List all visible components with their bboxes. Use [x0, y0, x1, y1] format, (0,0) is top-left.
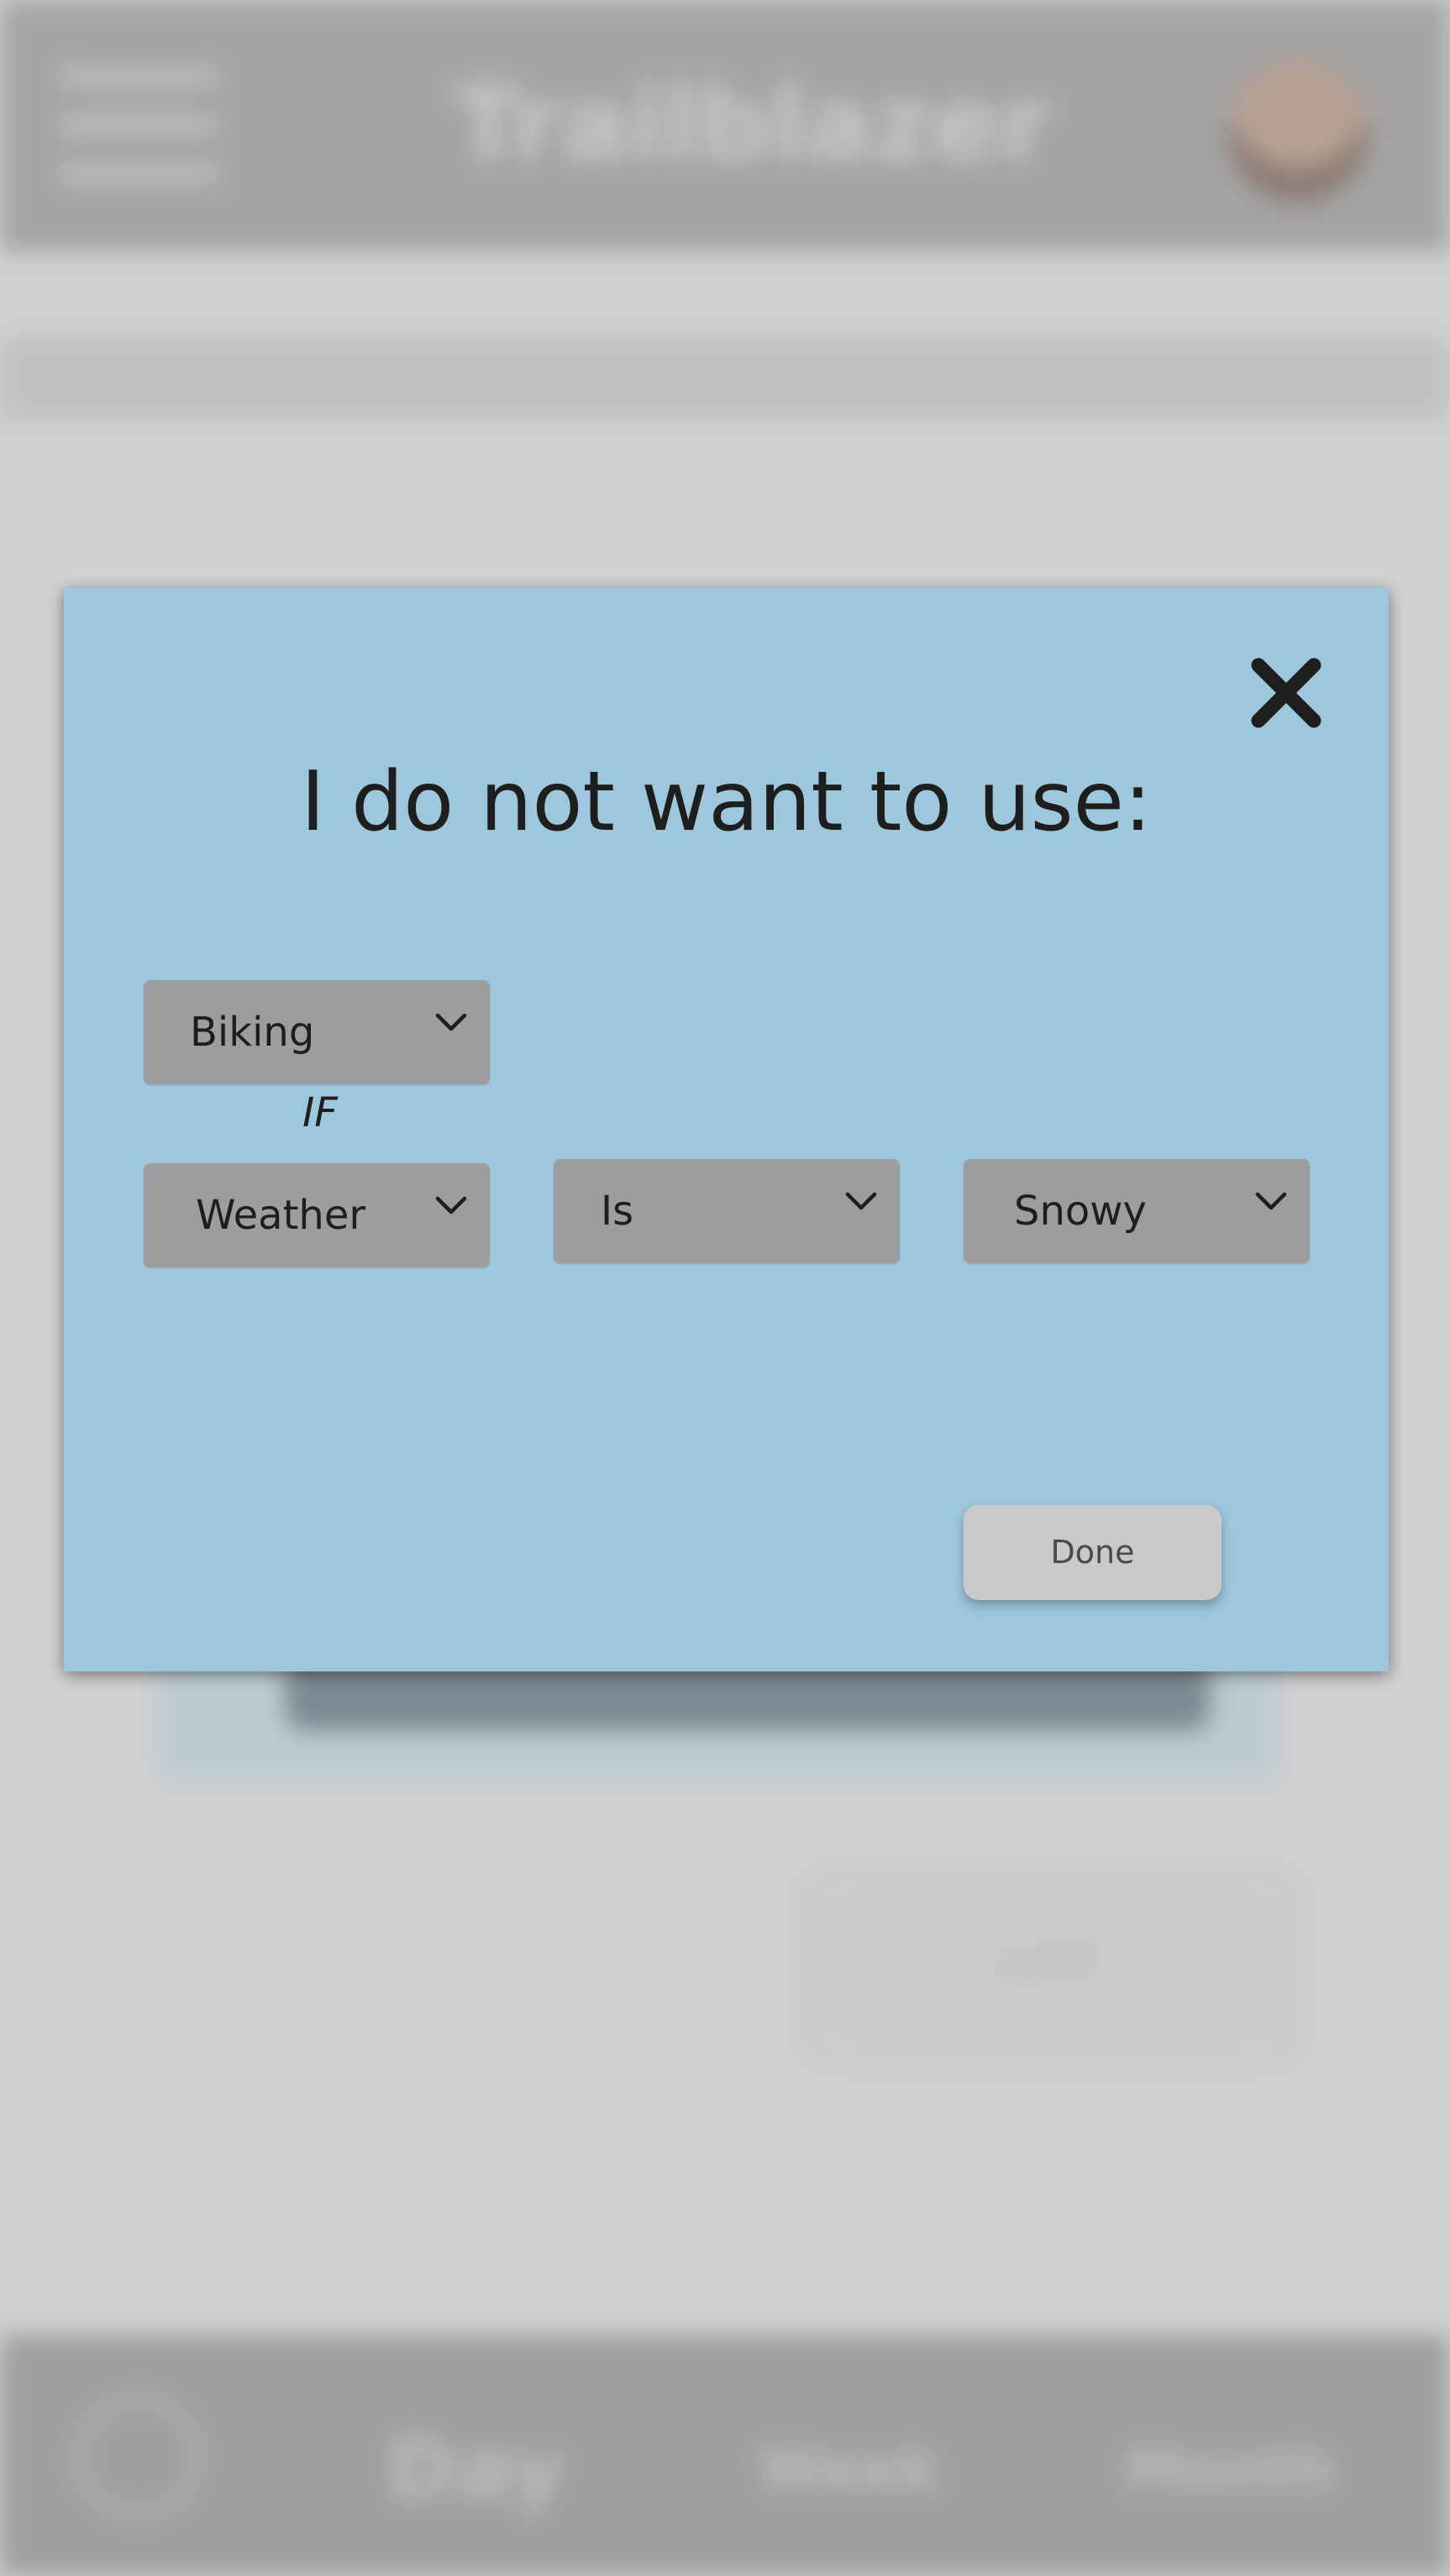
done-button[interactable]: Done [964, 1505, 1221, 1600]
value-select[interactable]: Snowy [964, 1159, 1310, 1263]
dialog-title: I do not want to use: [301, 754, 1152, 850]
condition-select[interactable]: Weather [144, 1163, 490, 1267]
chevron-down-icon [433, 1187, 470, 1224]
operator-select-value: Is [601, 1188, 634, 1235]
activity-select[interactable]: Biking [144, 980, 490, 1084]
chevron-down-icon [843, 1183, 880, 1220]
if-label: IF [302, 1089, 338, 1136]
exclusion-rule-dialog: I do not want to use: Biking IF Weather … [64, 588, 1389, 1671]
close-icon [1251, 658, 1321, 728]
chevron-down-icon [433, 1004, 470, 1041]
close-button[interactable] [1240, 647, 1332, 739]
activity-select-value: Biking [190, 1009, 315, 1056]
chevron-down-icon [1253, 1183, 1290, 1220]
value-select-value: Snowy [1014, 1188, 1147, 1235]
condition-select-value: Weather [196, 1192, 366, 1239]
operator-select[interactable]: Is [554, 1159, 900, 1263]
